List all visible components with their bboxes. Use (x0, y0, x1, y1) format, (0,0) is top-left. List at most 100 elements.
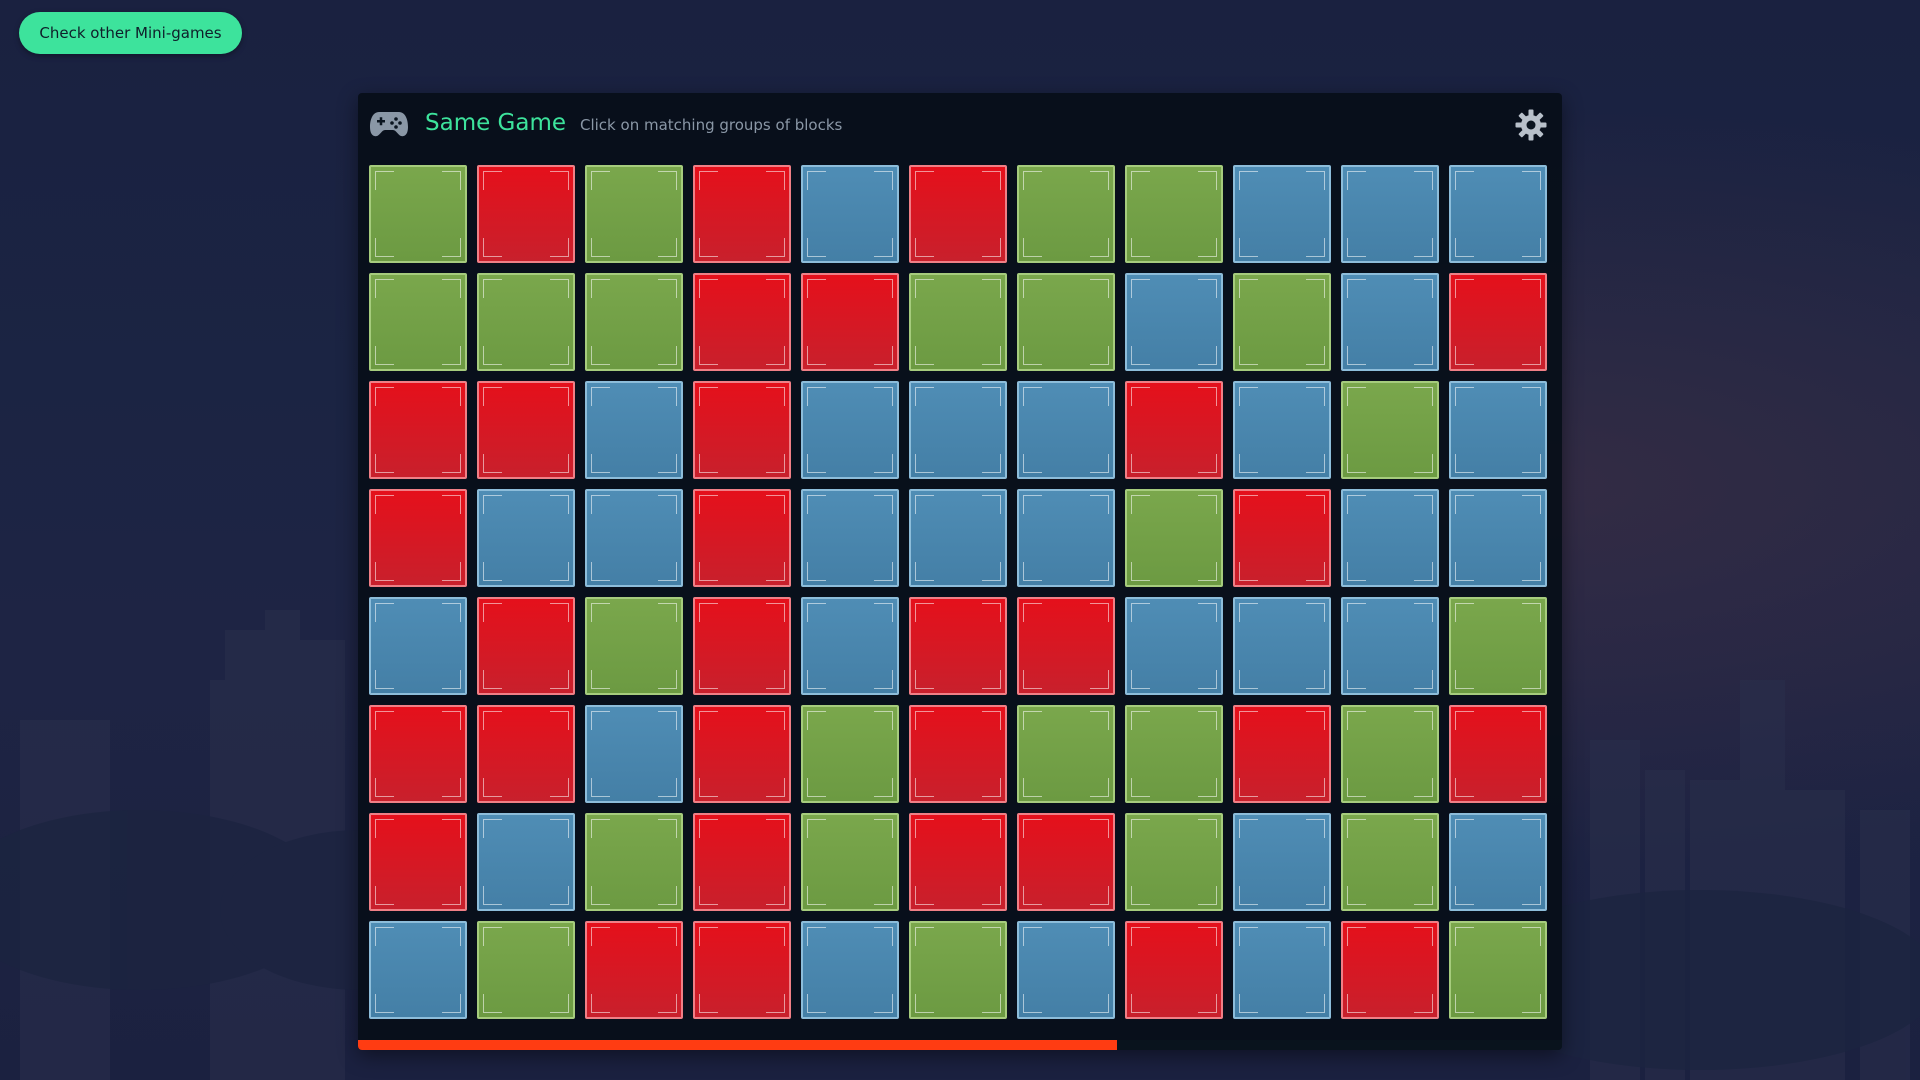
block-red[interactable] (693, 921, 791, 1019)
block-green[interactable] (1125, 489, 1223, 587)
block-blue[interactable] (909, 381, 1007, 479)
block-corner-mark (658, 927, 677, 946)
block-blue[interactable] (477, 813, 575, 911)
block-blue[interactable] (1341, 597, 1439, 695)
block-green[interactable] (477, 273, 575, 371)
block-green[interactable] (369, 273, 467, 371)
block-corner-mark (1306, 711, 1325, 730)
block-green[interactable] (585, 165, 683, 263)
block-green[interactable] (1017, 705, 1115, 803)
block-blue[interactable] (1233, 921, 1331, 1019)
block-green[interactable] (585, 597, 683, 695)
block-red[interactable] (909, 813, 1007, 911)
block-blue[interactable] (801, 381, 899, 479)
block-blue[interactable] (801, 165, 899, 263)
block-corner-mark (591, 387, 610, 406)
block-green[interactable] (909, 273, 1007, 371)
block-corner-mark (1023, 562, 1042, 581)
block-red[interactable] (909, 165, 1007, 263)
block-blue[interactable] (1449, 489, 1547, 587)
block-red[interactable] (693, 273, 791, 371)
block-blue[interactable] (1233, 165, 1331, 263)
block-blue[interactable] (1017, 381, 1115, 479)
block-green[interactable] (585, 273, 683, 371)
block-red[interactable] (693, 165, 791, 263)
block-blue[interactable] (801, 489, 899, 587)
block-blue[interactable] (585, 489, 683, 587)
block-red[interactable] (693, 489, 791, 587)
block-blue[interactable] (1449, 813, 1547, 911)
block-corner-mark (1455, 562, 1474, 581)
block-blue[interactable] (1449, 165, 1547, 263)
block-red[interactable] (693, 705, 791, 803)
block-red[interactable] (1449, 273, 1547, 371)
block-green[interactable] (1017, 165, 1115, 263)
block-green[interactable] (1341, 705, 1439, 803)
block-red[interactable] (1449, 705, 1547, 803)
block-blue[interactable] (477, 489, 575, 587)
block-blue[interactable] (369, 597, 467, 695)
block-green[interactable] (1125, 813, 1223, 911)
block-blue[interactable] (1449, 381, 1547, 479)
block-green[interactable] (801, 705, 899, 803)
block-green[interactable] (1341, 381, 1439, 479)
block-corner-mark (982, 711, 1001, 730)
block-red[interactable] (369, 381, 467, 479)
block-red[interactable] (801, 273, 899, 371)
block-red[interactable] (585, 921, 683, 1019)
block-blue[interactable] (585, 381, 683, 479)
block-blue[interactable] (369, 921, 467, 1019)
block-corner-mark (1306, 171, 1325, 190)
block-blue[interactable] (1233, 381, 1331, 479)
block-red[interactable] (477, 597, 575, 695)
block-red[interactable] (1233, 705, 1331, 803)
block-red[interactable] (909, 705, 1007, 803)
block-blue[interactable] (1017, 921, 1115, 1019)
block-green[interactable] (1017, 273, 1115, 371)
block-blue[interactable] (1233, 813, 1331, 911)
block-blue[interactable] (801, 597, 899, 695)
block-red[interactable] (693, 381, 791, 479)
block-red[interactable] (477, 165, 575, 263)
block-blue[interactable] (1125, 273, 1223, 371)
block-green[interactable] (1233, 273, 1331, 371)
block-red[interactable] (477, 381, 575, 479)
block-blue[interactable] (1341, 489, 1439, 587)
block-corner-mark (766, 238, 785, 257)
block-green[interactable] (801, 813, 899, 911)
block-blue[interactable] (1125, 597, 1223, 695)
block-red[interactable] (693, 597, 791, 695)
block-red[interactable] (1125, 381, 1223, 479)
block-red[interactable] (1341, 921, 1439, 1019)
block-blue[interactable] (585, 705, 683, 803)
block-green[interactable] (369, 165, 467, 263)
block-blue[interactable] (1341, 165, 1439, 263)
block-red[interactable] (693, 813, 791, 911)
block-blue[interactable] (1341, 273, 1439, 371)
block-red[interactable] (369, 813, 467, 911)
gear-icon[interactable] (1514, 108, 1548, 142)
check-other-minigames-button[interactable]: Check other Mini-games (19, 12, 242, 54)
block-blue[interactable] (909, 489, 1007, 587)
block-red[interactable] (909, 597, 1007, 695)
block-red[interactable] (1017, 597, 1115, 695)
block-green[interactable] (585, 813, 683, 911)
block-corner-mark (442, 670, 461, 689)
block-green[interactable] (1449, 597, 1547, 695)
block-green[interactable] (477, 921, 575, 1019)
block-corner-mark (1198, 495, 1217, 514)
block-red[interactable] (477, 705, 575, 803)
block-blue[interactable] (1233, 597, 1331, 695)
block-red[interactable] (369, 705, 467, 803)
block-blue[interactable] (801, 921, 899, 1019)
block-green[interactable] (1125, 165, 1223, 263)
block-red[interactable] (369, 489, 467, 587)
block-green[interactable] (1341, 813, 1439, 911)
block-red[interactable] (1233, 489, 1331, 587)
block-green[interactable] (1449, 921, 1547, 1019)
block-red[interactable] (1017, 813, 1115, 911)
block-red[interactable] (1125, 921, 1223, 1019)
block-green[interactable] (1125, 705, 1223, 803)
block-blue[interactable] (1017, 489, 1115, 587)
block-green[interactable] (909, 921, 1007, 1019)
